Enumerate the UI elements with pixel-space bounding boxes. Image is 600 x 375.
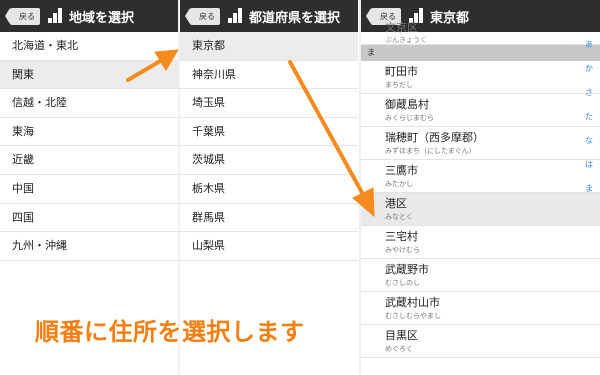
signal-bars-icon bbox=[48, 8, 64, 24]
item-kana: みやけむら bbox=[385, 246, 420, 254]
list-item[interactable]: 東海 bbox=[0, 118, 178, 147]
index-letter[interactable]: た bbox=[584, 110, 594, 134]
item-kana: みなとく bbox=[385, 213, 413, 221]
list-item[interactable]: 四国 bbox=[0, 204, 178, 233]
prefecture-header: 戻る 都道府県を選択 bbox=[180, 0, 358, 32]
list-item[interactable]: 山梨県 bbox=[180, 232, 358, 261]
item-kana: ぶんきょうく bbox=[385, 36, 427, 44]
list-item[interactable]: 町田市 まちだし bbox=[361, 61, 600, 94]
item-kana: みずほまち（にしたまぐん） bbox=[385, 147, 476, 155]
item-kana: むさしのし bbox=[385, 279, 420, 287]
index-letter[interactable]: な bbox=[584, 134, 594, 158]
city-panel: 戻る 東京都 文京区 ぶんきょうく ま 町田市 まちだし 御蔵島村 みくらじまむ… bbox=[361, 0, 600, 375]
item-name: 文京区 bbox=[385, 21, 418, 34]
list-item[interactable]: 北海道・東北 bbox=[0, 32, 178, 61]
item-name: 瑞穂町（西多摩郡） bbox=[385, 131, 484, 144]
back-button[interactable]: 戻る bbox=[5, 7, 40, 25]
index-letter[interactable]: か bbox=[584, 62, 594, 86]
index-letter[interactable]: は bbox=[584, 158, 594, 182]
item-name: 三宅村 bbox=[385, 230, 418, 243]
item-name: 三鷹市 bbox=[385, 164, 418, 177]
item-name: 町田市 bbox=[385, 65, 418, 78]
list-item[interactable]: 御蔵島村 みくらじまむら bbox=[361, 94, 600, 127]
item-name: 港区 bbox=[385, 197, 407, 210]
list-item[interactable]: 三宅村 みやけむら bbox=[361, 226, 600, 259]
instruction-caption: 順番に住所を選択します bbox=[35, 318, 305, 346]
list-item[interactable]: 文京区 ぶんきょうく bbox=[361, 21, 600, 45]
index-letter[interactable]: さ bbox=[584, 86, 594, 110]
item-kana: まちだし bbox=[385, 81, 413, 89]
list-item[interactable]: 九州・沖縄 bbox=[0, 232, 178, 261]
list-item-selected[interactable]: 港区 みなとく bbox=[361, 193, 600, 226]
list-item[interactable]: 茨城県 bbox=[180, 146, 358, 175]
list-item[interactable]: 信越・北陸 bbox=[0, 89, 178, 118]
list-item[interactable]: 神奈川県 bbox=[180, 61, 358, 90]
item-kana: めぐろく bbox=[385, 345, 413, 353]
list-item[interactable]: 埼玉県 bbox=[180, 89, 358, 118]
list-item[interactable]: 栃木県 bbox=[180, 175, 358, 204]
city-list: 文京区 ぶんきょうく ま 町田市 まちだし 御蔵島村 みくらじまむら 瑞穂町（西… bbox=[361, 21, 600, 358]
list-item-selected[interactable]: 関東 bbox=[0, 60, 178, 90]
list-item[interactable]: 群馬県 bbox=[180, 204, 358, 233]
list-item[interactable]: 千葉県 bbox=[180, 118, 358, 147]
list-item[interactable]: 中国 bbox=[0, 175, 178, 204]
list-item[interactable]: 武蔵村山市 むさしむらやまし bbox=[361, 292, 600, 325]
page-title: 地域を選択 bbox=[69, 10, 135, 26]
index-letter[interactable]: あ bbox=[584, 38, 594, 62]
list-item[interactable]: 目黒区 めぐろく bbox=[361, 325, 600, 358]
item-kana: みたかし bbox=[385, 180, 413, 188]
region-header: 戻る 地域を選択 bbox=[0, 0, 178, 32]
page-title: 都道府県を選択 bbox=[249, 10, 341, 26]
item-name: 武蔵村山市 bbox=[385, 296, 440, 309]
signal-bars-icon bbox=[228, 8, 244, 24]
list-item[interactable]: 瑞穂町（西多摩郡） みずほまち（にしたまぐん） bbox=[361, 127, 600, 160]
kana-index: あ か さ た な は ま bbox=[584, 38, 594, 206]
index-letter[interactable]: ま bbox=[584, 182, 594, 206]
item-name: 目黒区 bbox=[385, 329, 418, 342]
item-name: 武蔵野市 bbox=[385, 263, 429, 276]
list-item[interactable]: 近畿 bbox=[0, 146, 178, 175]
list-item-selected[interactable]: 東京都 bbox=[180, 32, 358, 61]
list-item[interactable]: 三鷹市 みたかし bbox=[361, 160, 600, 193]
item-name: 御蔵島村 bbox=[385, 98, 429, 111]
region-list: 北海道・東北 関東 信越・北陸 東海 近畿 中国 四国 九州・沖縄 bbox=[0, 32, 178, 261]
section-header: ま bbox=[361, 45, 600, 61]
item-kana: みくらじまむら bbox=[385, 114, 434, 122]
item-kana: むさしむらやまし bbox=[385, 312, 441, 320]
back-button[interactable]: 戻る bbox=[185, 7, 220, 25]
list-item[interactable]: 武蔵野市 むさしのし bbox=[361, 259, 600, 292]
prefecture-list: 東京都 神奈川県 埼玉県 千葉県 茨城県 栃木県 群馬県 山梨県 bbox=[180, 32, 358, 261]
